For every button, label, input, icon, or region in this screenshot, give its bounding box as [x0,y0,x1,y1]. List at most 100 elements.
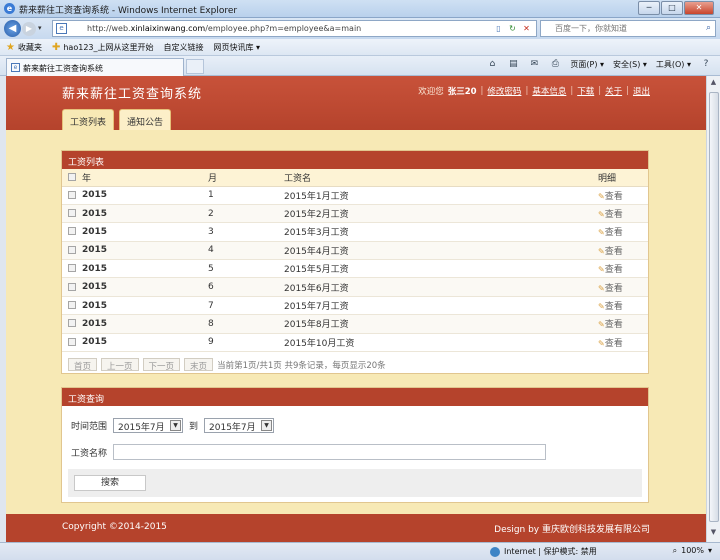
view-detail-link[interactable]: ✎查看 [598,265,623,275]
panel-title: 工资查询 [62,388,648,406]
back-button[interactable]: ◀ [4,20,21,37]
window-title: 薪来薪往工资查询系统 - Windows Internet Explorer [19,6,238,16]
cell-month: 6 [208,277,284,297]
search-icon[interactable]: ⌕ [706,23,711,33]
browser-tab[interactable]: e 薪来薪往工资查询系统 [6,58,184,76]
row-checkbox[interactable] [68,190,76,199]
favorites-bar: ★ 收藏夹 ✚ hao123_上网从这里开始 自定义链接 网页快讯库 ▾ [0,39,720,56]
pencil-icon: ✎ [598,191,605,201]
address-bar: ◀ ▶ ▾ e http://web.xinlaixinwang.com/emp… [0,18,720,39]
row-checkbox[interactable] [68,337,76,346]
vertical-scrollbar[interactable]: ▲ ▼ [706,76,720,542]
welcome-text: 欢迎您 [418,87,444,97]
zoom-icon: ⌕ [672,546,678,555]
salary-query-panel: 工资查询 时间范围 2015年7月 ▼ 到 2015年7月 ▼ 工资名称 搜索 [61,387,649,503]
download-link[interactable]: 下载 [577,85,594,97]
pencil-icon: ✎ [598,246,605,256]
cell-salary-name: 2015年7月工资 [284,296,598,316]
table-row: 2015 6 2015年6月工资 ✎查看 [62,277,648,297]
view-detail-link[interactable]: ✎查看 [598,302,623,312]
print-icon[interactable]: ⎙ [549,59,561,70]
home-icon[interactable]: ⌂ [486,59,498,70]
compat-view-icon[interactable]: ▯ [493,23,504,34]
favorite-link-webslice[interactable]: 网页快讯库 ▾ [214,42,261,53]
row-checkbox[interactable] [68,209,76,218]
cell-year: 2015 [82,186,208,205]
star-icon: ★ [6,41,15,53]
add-favorite-icon: ✚ [51,41,61,53]
favorite-link-hao123[interactable]: ✚ hao123_上网从这里开始 [52,42,154,53]
favorites-button[interactable]: ★ 收藏夹 [6,42,42,53]
last-page-button[interactable]: 末页 [184,358,214,372]
url-text[interactable]: http://web.xinlaixinwang.com/employee.ph… [87,24,361,33]
view-detail-link[interactable]: ✎查看 [598,228,623,238]
page-icon: e [56,23,67,34]
about-link[interactable]: 关于 [605,85,622,97]
view-detail-link[interactable]: ✎查看 [598,247,623,257]
cell-year: 2015 [82,277,208,297]
row-checkbox[interactable] [68,264,76,273]
page-info: 当前第1页/共1页 共9条记录，每页显示20条 [217,360,386,371]
logout-link[interactable]: 退出 [633,85,650,97]
view-detail-link[interactable]: ✎查看 [598,320,623,330]
from-month-select[interactable]: 2015年7月 ▼ [113,418,184,433]
scroll-thumb[interactable] [709,92,719,522]
feeds-icon[interactable]: ▤ [507,59,519,70]
scroll-down-icon[interactable]: ▼ [708,528,719,540]
row-checkbox[interactable] [68,245,76,254]
cell-month: 8 [208,314,284,334]
next-page-button[interactable]: 下一页 [142,358,181,372]
minimize-button[interactable]: ─ [638,1,660,15]
main-nav: 工资列表 通知公告 [62,109,172,130]
to-month-select[interactable]: 2015年7月 ▼ [204,418,275,433]
tools-menu[interactable]: 工具(O) ▾ [656,59,691,70]
scroll-up-icon[interactable]: ▲ [708,78,719,90]
new-tab-button[interactable] [186,59,204,74]
forward-button[interactable]: ▶ [22,22,36,36]
pagination: 首页 上一页 下一页 末页 当前第1页/共1页 共9条记录，每页显示20条 [68,358,386,372]
search-input[interactable] [555,22,695,35]
search-button[interactable]: 搜索 [74,475,146,491]
prev-page-button[interactable]: 上一页 [101,358,139,372]
view-detail-link[interactable]: ✎查看 [598,192,623,202]
row-checkbox[interactable] [68,301,76,310]
design-credit: Design by 重庆欧创科技发展有限公司 [494,525,650,535]
row-checkbox[interactable] [68,319,76,328]
mail-icon[interactable]: ✉ [528,59,540,70]
tab-page-icon: e [11,63,20,72]
tab-notices[interactable]: 通知公告 [119,109,172,130]
maximize-button[interactable]: □ [661,1,683,15]
salary-name-input[interactable] [113,444,547,460]
view-detail-link[interactable]: ✎查看 [598,339,623,349]
cell-year: 2015 [82,241,208,261]
favorite-link-custom[interactable]: 自定义链接 [164,42,204,53]
basic-info-link[interactable]: 基本信息 [532,85,566,97]
row-checkbox[interactable] [68,282,76,291]
refresh-icon[interactable]: ↻ [507,23,518,34]
zoom-control[interactable]: ⌕ 100% ▾ [673,546,712,556]
safety-menu[interactable]: 安全(S) ▾ [613,59,647,70]
table-row: 2015 3 2015年3月工资 ✎查看 [62,222,648,242]
row-checkbox[interactable] [68,227,76,236]
close-window-button[interactable]: ✕ [684,1,714,15]
page-menu[interactable]: 页面(P) ▾ [570,59,604,70]
stop-icon[interactable]: ✕ [521,23,532,34]
select-all-checkbox[interactable] [68,172,76,181]
pencil-icon: ✎ [598,320,605,330]
salary-name-label: 工资名称 [71,448,108,459]
first-page-button[interactable]: 首页 [68,358,98,372]
url-field[interactable]: e http://web.xinlaixinwang.com/employee.… [52,20,537,37]
history-dropdown-icon[interactable]: ▾ [38,24,42,32]
help-icon[interactable]: ? [700,59,712,70]
change-password-link[interactable]: 修改密码 [487,85,521,97]
site-header: 薪来薪往工资查询系统 欢迎您 张三20 | 修改密码 | 基本信息 | 下载 |… [6,76,706,130]
globe-icon [490,546,500,557]
tab-salary-list[interactable]: 工资列表 [62,109,115,130]
column-year: 年 [82,169,208,187]
cell-month: 9 [208,333,284,353]
view-detail-link[interactable]: ✎查看 [598,284,623,294]
cell-year: 2015 [82,204,208,224]
search-box[interactable]: ⌕ [540,20,716,37]
view-detail-link[interactable]: ✎查看 [598,210,623,220]
time-range-row: 时间范围 2015年7月 ▼ 到 2015年7月 ▼ [71,418,275,433]
